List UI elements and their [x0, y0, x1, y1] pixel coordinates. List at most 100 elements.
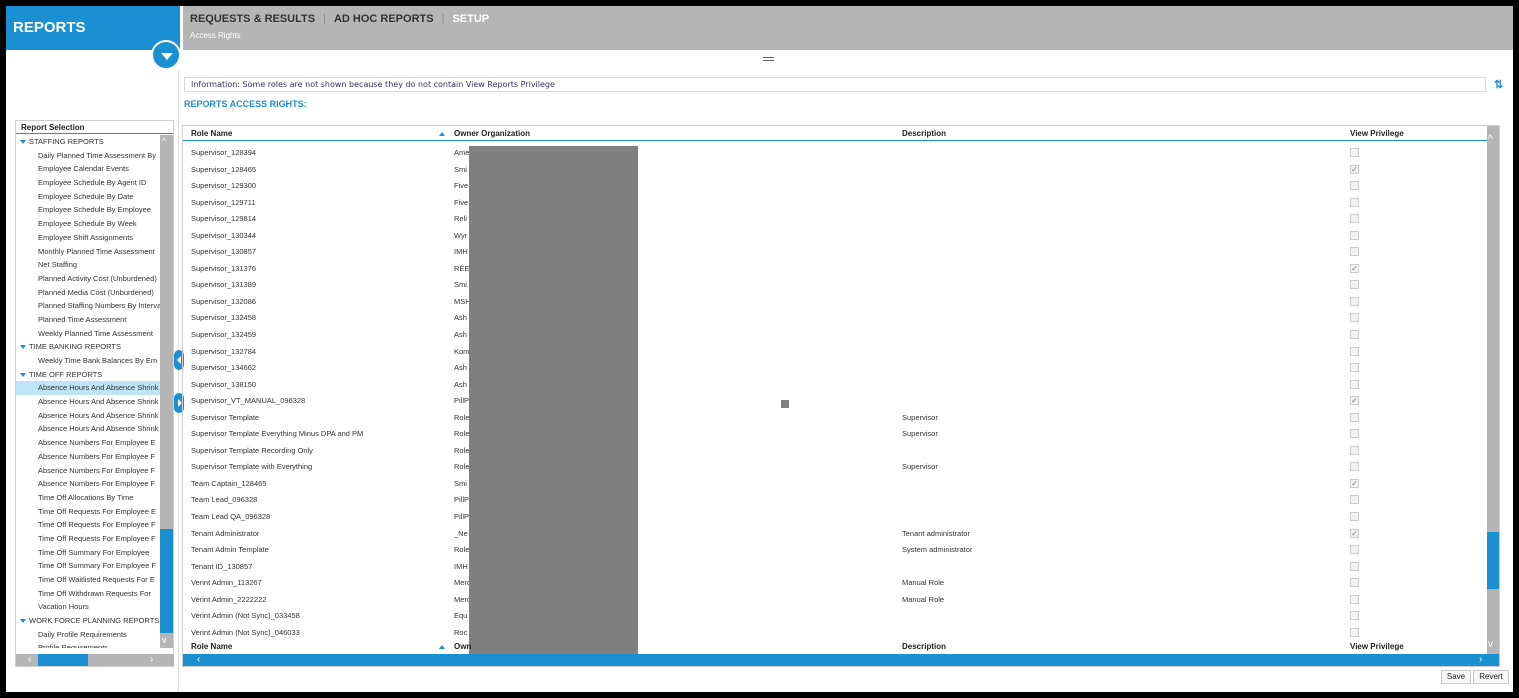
save-button[interactable]: Save	[1441, 670, 1471, 684]
tab-ad-hoc-reports[interactable]: AD HOC REPORTS	[334, 13, 434, 25]
tree-report-item[interactable]: Absence Hours And Absence Shrink	[16, 395, 161, 409]
tree-report-item[interactable]: Absence Numbers For Employee F	[16, 464, 161, 478]
view-privilege-checkbox[interactable]	[1350, 363, 1359, 373]
table-row[interactable]: Verint Admin_2222222 Merc Manual Role	[183, 591, 1489, 608]
expand-triangle-icon[interactable]	[20, 372, 26, 377]
view-privilege-checkbox[interactable]	[1350, 412, 1359, 422]
view-privilege-checkbox[interactable]	[1350, 445, 1359, 455]
view-privilege-checkbox[interactable]	[1350, 346, 1359, 356]
tree-category[interactable]: TIME OFF REPORTS	[16, 368, 161, 382]
table-row[interactable]: Tenant Admin Template Role System administ…	[183, 541, 1489, 558]
table-row[interactable]: Verint Admin (Not Sync)_046033 Roc	[183, 624, 1489, 641]
tree-report-item[interactable]: Employee Schedule By Employee	[16, 203, 161, 217]
view-privilege-checkbox[interactable]	[1350, 578, 1359, 588]
app-menu-chevron-icon[interactable]	[151, 40, 181, 70]
tree-report-item[interactable]: Net Staffing	[16, 258, 161, 272]
column-header-role-name[interactable]: Role Name	[191, 642, 232, 651]
tree-report-item[interactable]: Time Off Summary For Employee F	[16, 559, 161, 573]
tree-report-item[interactable]: Monthly Planned Time Assessment	[16, 245, 161, 259]
table-row[interactable]: Tenant Administrator _Ne Tenant administra…	[183, 525, 1489, 542]
view-privilege-checkbox[interactable]: ✓	[1350, 164, 1359, 174]
scroll-up-icon[interactable]: ^	[1488, 134, 1493, 145]
tree-report-item[interactable]: Planned Media Cost (Unburdened)	[16, 286, 161, 300]
tree-report-item[interactable]: Absence Numbers For Employee E	[16, 436, 161, 450]
tree-report-item[interactable]: Planned Staffing Numbers By Interval	[16, 299, 161, 313]
tree-report-item[interactable]: Time Off Requests For Employee F	[16, 518, 161, 532]
view-privilege-checkbox[interactable]	[1350, 495, 1359, 505]
view-privilege-checkbox[interactable]: ✓	[1350, 396, 1359, 406]
table-row[interactable]: Supervisor_129300 Five	[183, 177, 1489, 194]
view-privilege-checkbox[interactable]	[1350, 627, 1359, 637]
table-row[interactable]: Supervisor_134662 Ash	[183, 359, 1489, 376]
tree-report-item[interactable]: Time Off Summary For Employee	[16, 546, 161, 560]
tab-requests-results[interactable]: REQUESTS & RESULTS	[190, 13, 315, 25]
table-row[interactable]: Supervisor_138150 Ash	[183, 376, 1489, 393]
table-row[interactable]: Verint Admin (Not Sync)_033458 Equ	[183, 607, 1489, 624]
view-privilege-checkbox[interactable]	[1350, 247, 1359, 257]
view-privilege-checkbox[interactable]	[1350, 197, 1359, 207]
tree-report-item[interactable]: Planned Time Assessment	[16, 313, 161, 327]
view-privilege-checkbox[interactable]	[1350, 313, 1359, 323]
column-header-description[interactable]: Description	[902, 642, 946, 651]
column-header-description[interactable]: Description	[902, 129, 946, 138]
column-header-view-privilege[interactable]: View Privilege	[1350, 129, 1404, 138]
tree-report-item[interactable]: Daily Profile Requirements	[16, 628, 161, 642]
view-privilege-checkbox[interactable]: ✓	[1350, 528, 1359, 538]
view-privilege-checkbox[interactable]	[1350, 512, 1359, 522]
table-row[interactable]: Team Captain_128465 Smi ✓	[183, 475, 1489, 492]
expand-triangle-icon[interactable]	[20, 140, 26, 145]
sidebar-horizontal-scrollbar[interactable]: ‹ ›	[16, 654, 174, 666]
table-row[interactable]: Supervisor_130857 IMH	[183, 243, 1489, 260]
table-row[interactable]: Verint Admin_113267 Merc Manual Role	[183, 574, 1489, 591]
table-row[interactable]: Supervisor_128465 Smi ✓	[183, 161, 1489, 178]
column-header-role-name[interactable]: Role Name	[191, 129, 232, 138]
view-privilege-checkbox[interactable]	[1350, 214, 1359, 224]
tree-report-item[interactable]: Absence Hours And Absence Shrink	[16, 381, 161, 396]
table-row[interactable]: Supervisor_132784 Kom	[183, 343, 1489, 360]
scroll-down-icon[interactable]: v	[1488, 639, 1493, 650]
table-row[interactable]: Supervisor_132459 Ash	[183, 326, 1489, 343]
view-privilege-checkbox[interactable]: ✓	[1350, 478, 1359, 488]
tree-report-item[interactable]: Employee Shift Assignments	[16, 231, 161, 245]
table-row[interactable]: Supervisor Template Recording Only Role	[183, 442, 1489, 459]
column-header-view-privilege[interactable]: View Privilege	[1350, 642, 1404, 651]
table-row[interactable]: Supervisor_131376 REE ✓	[183, 260, 1489, 277]
tree-report-item[interactable]: Time Off Requests For Employee E	[16, 505, 161, 519]
tree-category[interactable]: WORK FORCE PLANNING REPORTS	[16, 614, 161, 628]
sidebar-vertical-scrollbar[interactable]: ^ v	[160, 135, 173, 648]
pane-resize-handle-icon[interactable]	[763, 57, 774, 61]
table-row[interactable]: Supervisor_128394 Ame	[183, 144, 1489, 161]
tree-category[interactable]: STAFFING REPORTS	[16, 135, 161, 149]
expand-triangle-icon[interactable]	[20, 619, 26, 624]
table-row[interactable]: Team Lead_096328 PillP	[183, 491, 1489, 508]
table-row[interactable]: Supervisor_129711 Five	[183, 194, 1489, 211]
scroll-up-icon[interactable]: ^	[162, 137, 170, 146]
tree-report-item[interactable]: Profile Requirements	[16, 641, 161, 648]
view-privilege-checkbox[interactable]	[1350, 462, 1359, 472]
grid-horizontal-scrollbar[interactable]: ‹ ›	[183, 654, 1499, 666]
expand-triangle-icon[interactable]	[20, 345, 26, 350]
revert-button[interactable]: Revert	[1473, 670, 1509, 684]
scroll-left-icon[interactable]: ‹	[28, 654, 31, 666]
view-privilege-checkbox[interactable]: ✓	[1350, 263, 1359, 273]
tree-report-item[interactable]: Time Off Waitlisted Requests For E	[16, 573, 161, 587]
tree-report-item[interactable]: Employee Calendar Events	[16, 162, 161, 176]
view-privilege-checkbox[interactable]	[1350, 545, 1359, 555]
tree-report-item[interactable]: Time Off Withdrawn Requests For	[16, 587, 161, 601]
tree-report-item[interactable]: Vacation Hours	[16, 600, 161, 614]
table-row[interactable]: Supervisor Template with Everything Role S…	[183, 458, 1489, 475]
view-privilege-checkbox[interactable]	[1350, 611, 1359, 621]
tree-report-item[interactable]: Employee Schedule By Week	[16, 217, 161, 231]
view-privilege-checkbox[interactable]	[1350, 280, 1359, 290]
sort-toggle-icon[interactable]: ⇅	[1494, 79, 1506, 91]
table-row[interactable]: Supervisor_131389 Smi	[183, 276, 1489, 293]
tree-report-item[interactable]: Employee Schedule By Agent ID	[16, 176, 161, 190]
tree-report-item[interactable]: Weekly Time Bank Balances By Em	[16, 354, 161, 368]
table-row[interactable]: Supervisor_129814 Reli	[183, 210, 1489, 227]
tree-report-item[interactable]: Employee Schedule By Date	[16, 190, 161, 204]
grid-vertical-scrollbar[interactable]: ^ v	[1487, 126, 1499, 656]
tree-report-item[interactable]: Time Off Requests For Employee F	[16, 532, 161, 546]
scrollbar-thumb[interactable]	[160, 529, 173, 633]
breadcrumb[interactable]: Access Rights	[190, 31, 241, 40]
scroll-left-icon[interactable]: ‹	[197, 654, 200, 666]
